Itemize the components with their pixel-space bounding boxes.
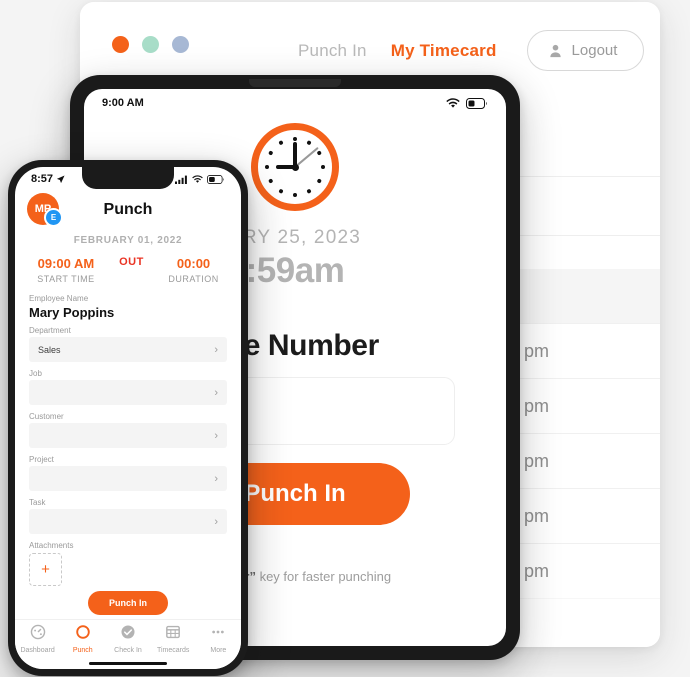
chevron-right-icon: › xyxy=(214,472,218,485)
stat-status: OUT xyxy=(119,256,144,284)
attachments-label: Attachments xyxy=(29,541,74,550)
nav-label-more: More xyxy=(210,647,227,654)
location-arrow-icon xyxy=(56,174,65,183)
mockup-stage: Punch In My Timecard Logout Out xyxy=(0,0,690,677)
employee-name-value: Mary Poppins xyxy=(29,305,115,320)
window-maximize-dot[interactable] xyxy=(172,36,189,53)
chevron-right-icon: › xyxy=(214,429,218,442)
battery-icon xyxy=(207,174,224,184)
status-badge: OUT xyxy=(119,256,144,268)
field-job[interactable]: › xyxy=(29,380,227,405)
nav-label-punch: Punch xyxy=(72,647,93,654)
employee-name-label: Employee Name xyxy=(29,294,89,303)
field-task[interactable]: › xyxy=(29,509,227,534)
nav-item-timecards[interactable]: Timecards xyxy=(151,624,196,654)
window-controls xyxy=(112,36,189,53)
phone-device: 8:57 MP E Punch FEBRUARY 01, 2022 09:00 … xyxy=(8,160,248,676)
nav-my-timecard[interactable]: My Timecard xyxy=(391,41,497,61)
nav-item-more[interactable]: More xyxy=(196,624,241,654)
chevron-right-icon: › xyxy=(214,515,218,528)
tablet-status-time: 9:00 AM xyxy=(102,97,144,109)
battery-icon xyxy=(466,97,487,109)
phone-screen: 8:57 MP E Punch FEBRUARY 01, 2022 09:00 … xyxy=(15,167,241,669)
signal-icon xyxy=(175,175,187,184)
field-department[interactable]: Sales › xyxy=(29,337,227,362)
field-label-project: Project xyxy=(29,455,54,464)
home-indicator xyxy=(89,662,167,665)
field-project[interactable]: › xyxy=(29,466,227,491)
phone-punch-in-button[interactable]: Punch In xyxy=(88,591,168,615)
tablet-camera-notch xyxy=(249,79,341,87)
window-minimize-dot[interactable] xyxy=(142,36,159,53)
phone-current-date: FEBRUARY 01, 2022 xyxy=(73,235,183,246)
chevron-right-icon: › xyxy=(214,386,218,399)
tablet-status-icons xyxy=(446,97,488,109)
nav-item-check-in[interactable]: Check In xyxy=(105,624,150,654)
duration-value: 00:00 xyxy=(176,256,211,271)
clock-icon xyxy=(251,123,339,211)
start-time-value: 09:00 AM xyxy=(37,256,95,271)
browser-nav: Punch In My Timecard Logout xyxy=(298,30,645,71)
field-label-department: Department xyxy=(29,326,71,335)
nav-item-dashboard[interactable]: Dashboard xyxy=(15,624,60,654)
wifi-icon xyxy=(192,174,203,183)
duration-label: DURATION xyxy=(168,274,219,284)
nav-label-check-in: Check In xyxy=(114,647,142,654)
nav-item-punch[interactable]: Punch xyxy=(60,624,105,654)
logout-label: Logout xyxy=(571,42,618,59)
field-value-department: Sales xyxy=(38,344,61,355)
circle-icon xyxy=(76,625,90,639)
punch-stats: 09:00 AM START TIME OUT 00:00 DURATION xyxy=(15,256,241,284)
stat-start-time: 09:00 AM START TIME xyxy=(37,256,94,284)
avatar[interactable]: MP E xyxy=(27,193,63,227)
browser-top-bar: Punch In My Timecard Logout xyxy=(80,2,660,84)
field-customer[interactable]: › xyxy=(29,423,227,448)
gauge-icon xyxy=(30,624,45,640)
tablet-status-bar: 9:00 AM xyxy=(84,89,506,117)
check-circle-icon xyxy=(121,625,135,639)
person-icon xyxy=(549,44,561,58)
calendar-icon xyxy=(166,625,181,639)
phone-app-header: MP E Punch xyxy=(15,191,241,229)
logout-button[interactable]: Logout xyxy=(526,30,645,71)
wifi-icon xyxy=(446,97,460,108)
page-title: Punch xyxy=(103,201,153,218)
avatar-badge: E xyxy=(44,208,63,227)
nav-label-dashboard: Dashboard xyxy=(20,647,55,654)
start-time-label: START TIME xyxy=(37,274,95,284)
phone-status-time: 8:57 xyxy=(31,173,65,185)
add-attachment-button[interactable]: + xyxy=(29,553,62,586)
window-close-dot[interactable] xyxy=(112,36,129,53)
stat-duration: 00:00 DURATION xyxy=(168,256,218,284)
field-label-task: Task xyxy=(29,498,46,507)
nav-label-timecards: Timecards xyxy=(156,647,190,654)
punch-form: Employee Name Mary Poppins Department Sa… xyxy=(15,284,241,586)
hint-suffix: key for faster punching xyxy=(255,569,392,584)
chevron-right-icon: › xyxy=(214,343,218,356)
ellipsis-icon xyxy=(212,630,225,634)
clock-center-pin xyxy=(291,163,299,171)
field-label-customer: Customer xyxy=(29,412,64,421)
phone-status-bar: 8:57 xyxy=(15,167,241,191)
phone-status-icons xyxy=(175,174,225,184)
nav-punch-in[interactable]: Punch In xyxy=(298,41,367,61)
field-label-job: Job xyxy=(29,369,42,378)
